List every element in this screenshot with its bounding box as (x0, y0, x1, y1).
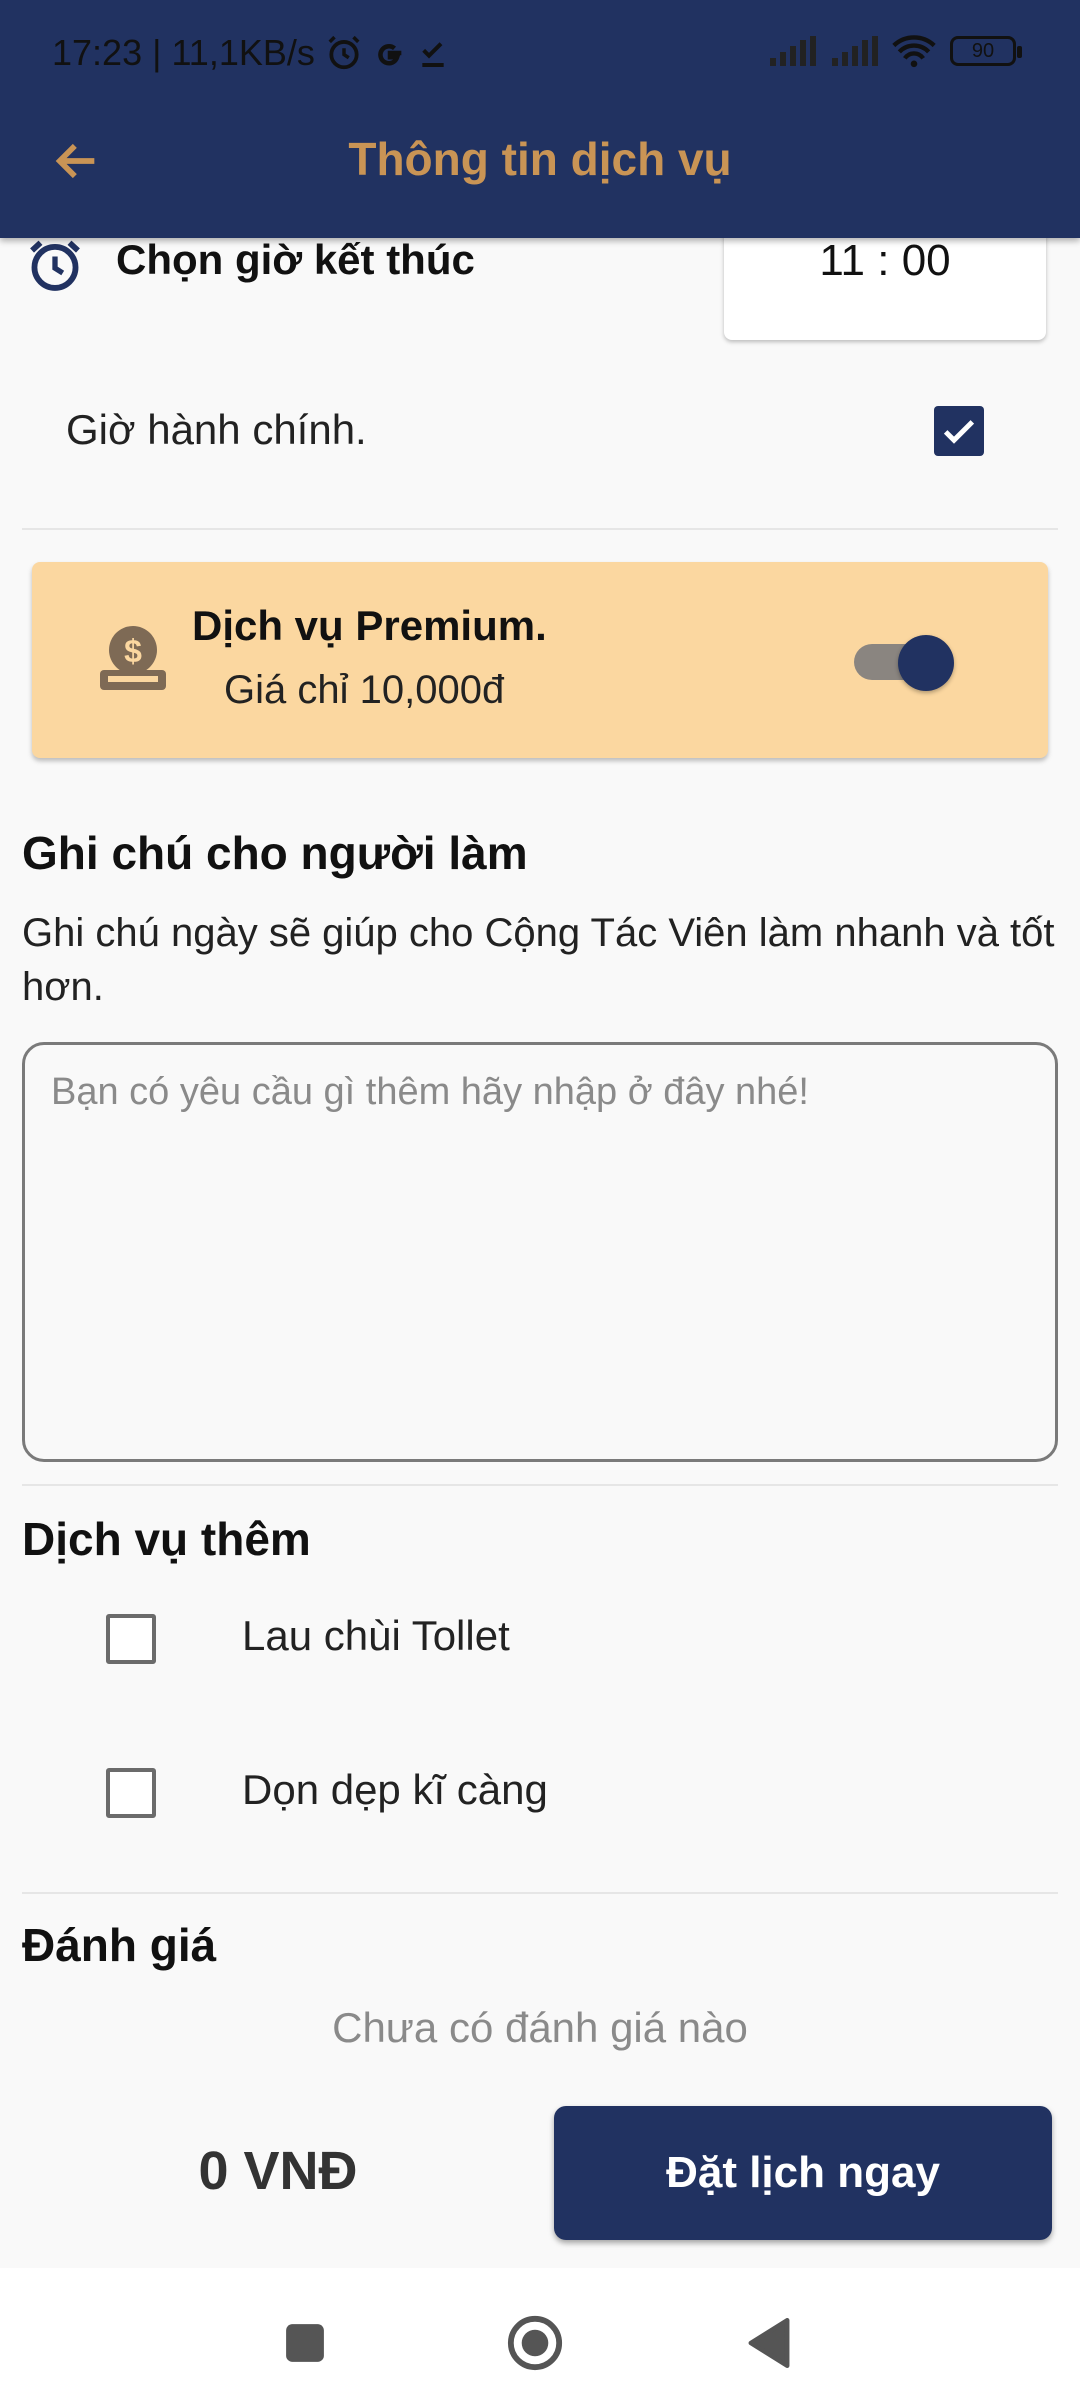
extra-item[interactable]: Lau chùi Tollet (0, 1592, 1080, 1692)
extra-label: Lau chùi Tollet (242, 1612, 510, 1659)
recents-button[interactable] (270, 2308, 340, 2378)
check-icon (943, 420, 975, 444)
signal-icon (770, 36, 816, 66)
alarm-icon (328, 35, 360, 70)
notes-input[interactable] (22, 1042, 1058, 1462)
status-time: 17:23 | 11,1KB/s (52, 32, 315, 73)
premium-price: Giá chỉ 10,000đ (224, 668, 505, 712)
end-time-picker[interactable]: 11 : 00 (724, 230, 1046, 340)
office-hours-checkbox[interactable] (934, 406, 984, 456)
page-title: Thông tin dịch vụ (348, 133, 732, 185)
google-icon (378, 44, 402, 66)
signal-icon-2 (832, 36, 878, 66)
svg-text:$: $ (124, 633, 142, 669)
premium-title: Dịch vụ Premium. (192, 602, 547, 649)
back-nav-button[interactable] (734, 2308, 804, 2378)
status-bar: 17:23 | 11,1KB/s 90 (0, 0, 1080, 104)
download-done-icon (422, 42, 444, 67)
extra-label: Dọn dẹp kĩ càng (242, 1766, 548, 1813)
status-left: 17:23 | 11,1KB/s (52, 32, 449, 74)
app-bar: 17:23 | 11,1KB/s 90 Thông tin dịch vụ (0, 0, 1080, 238)
notes-title: Ghi chú cho người làm (22, 827, 528, 879)
end-time-label: Chọn giờ kết thúc (116, 236, 475, 283)
money-icon: $ (100, 626, 166, 690)
extra-checkbox[interactable] (106, 1768, 156, 1818)
home-circle-icon (507, 2315, 563, 2371)
premium-card: $ Dịch vụ Premium. Giá chỉ 10,000đ (32, 562, 1048, 758)
toggle-thumb (898, 635, 954, 691)
total-price: 0 VNĐ (198, 2141, 358, 2201)
extras-title: Dịch vụ thêm (22, 1513, 311, 1565)
divider (22, 528, 1058, 530)
office-hours-row: Giờ hành chính. (0, 390, 1080, 470)
battery-icon: 90 (950, 36, 1022, 66)
extra-item[interactable]: Dọn dẹp kĩ càng (0, 1746, 1080, 1846)
book-now-button[interactable]: Đặt lịch ngay (554, 2106, 1052, 2240)
system-nav-bar (0, 2268, 1080, 2400)
divider (22, 1892, 1058, 1894)
extra-checkbox[interactable] (106, 1614, 156, 1664)
no-rating-text: Chưa có đánh giá nào (332, 2004, 748, 2051)
alarm-clock-icon (30, 240, 80, 291)
end-time-row: Chọn giờ kết thúc 11 : 00 (0, 230, 1080, 350)
rating-title: Đánh giá (22, 1919, 217, 1971)
divider (22, 1484, 1058, 1486)
status-right: 90 (768, 34, 1022, 68)
wifi-icon (892, 35, 936, 68)
triangle-back-icon (748, 2318, 790, 2368)
square-icon (286, 2324, 324, 2362)
office-hours-label: Giờ hành chính. (66, 406, 367, 453)
notes-description: Ghi chú ngày sẽ giúp cho Cộng Tác Viên l… (22, 911, 1055, 1009)
home-button[interactable] (500, 2308, 570, 2378)
premium-toggle[interactable] (854, 632, 954, 691)
